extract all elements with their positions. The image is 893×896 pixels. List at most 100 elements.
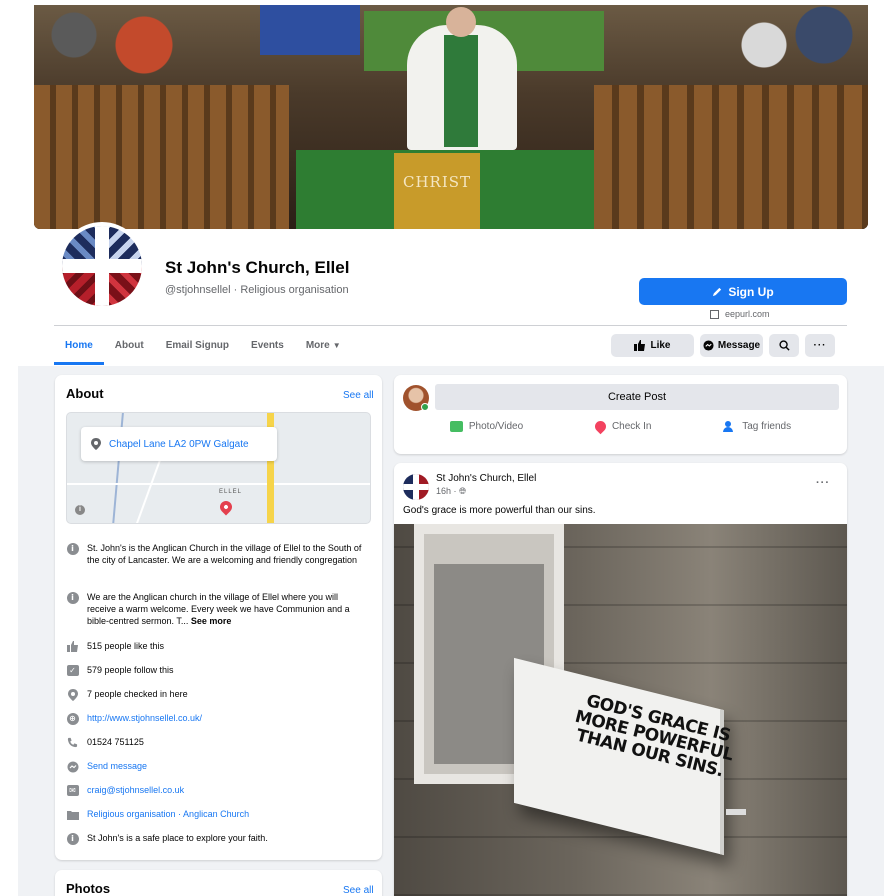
avatar-cross [403, 484, 429, 490]
globe-icon: ⊕ [66, 712, 79, 725]
website-row: ⊕ http://www.stjohnsellel.co.uk/ [66, 712, 366, 725]
likes-row: 515 people like this [66, 640, 366, 653]
message-label: Message [717, 340, 761, 351]
location-pin-icon [592, 418, 609, 435]
about-row-text: We are the Anglican church in the villag… [87, 591, 366, 627]
tab-label: Email Signup [165, 340, 230, 351]
post-card: St John's Church, Ellel 16h · 🌐︎ ··· God… [394, 463, 847, 896]
post-timestamp[interactable]: 16h · 🌐︎ [436, 486, 466, 497]
category-row: Religious organisation · Anglican Church [66, 808, 366, 821]
pencil-icon [713, 287, 722, 297]
location-pin-icon [91, 438, 101, 450]
tab-label: Events [251, 340, 284, 351]
photo-video-button[interactable]: Photo/Video [449, 421, 524, 432]
map-address-box[interactable]: Chapel Lane LA2 0PW Galgate [81, 427, 277, 461]
message-button[interactable]: Message [700, 334, 763, 357]
map-info-icon[interactable]: i [75, 505, 85, 515]
search-icon [778, 340, 790, 351]
avatar-cross [62, 259, 142, 273]
photo-icon [449, 421, 463, 432]
cover-altar-frontal: CHRIST [394, 153, 480, 229]
info-icon: i [66, 591, 79, 604]
email-row: ✉ craig@stjohnsellel.co.uk [66, 784, 366, 797]
send-message-link[interactable]: Send message [87, 760, 147, 773]
about-description: i St. John's is the Anglican Church in t… [66, 542, 366, 566]
tag-friends-label: Tag friends [742, 421, 792, 432]
map-road [133, 455, 163, 523]
category-icon [66, 808, 79, 821]
about-card: About See all Chapel Lane LA2 0PW Galgat… [55, 375, 382, 860]
tag-friends-icon [723, 421, 736, 432]
tab-home[interactable]: Home [54, 334, 104, 365]
photos-title: Photos [66, 881, 111, 896]
tab-events[interactable]: Events [240, 334, 295, 364]
post-author-name[interactable]: St John's Church, Ellel [436, 473, 536, 484]
send-message-row: Send message [66, 760, 366, 773]
tab-about[interactable]: About [104, 334, 155, 364]
cover-priest-head [446, 7, 476, 37]
external-link-icon [710, 309, 719, 319]
tab-label: Home [65, 340, 93, 351]
tab-email-signup[interactable]: Email Signup [155, 334, 240, 364]
about-row-text: 7 people checked in here [87, 689, 188, 699]
composer-actions: Photo/Video Check In Tag friends [394, 418, 847, 435]
about-see-all-link[interactable]: See all [343, 390, 374, 401]
like-label: Like [650, 340, 671, 351]
cover-congregation [664, 5, 868, 95]
sign-up-link-text: eepurl.com [725, 309, 770, 319]
page-title: St John's Church, Ellel [165, 258, 350, 277]
post-image[interactable]: GOD'S GRACE IS MORE POWERFUL THAN OUR SI… [394, 524, 847, 896]
about-row-text: St John's is a safe place to explore you… [87, 833, 268, 843]
tab-label: More [305, 340, 330, 351]
info-icon: i [66, 542, 79, 555]
map-road [67, 483, 370, 485]
tagline-row: i St John's is a safe place to explore y… [66, 832, 366, 845]
page-handle: @stjohnsellel · Religious organisation [165, 284, 349, 296]
cover-photo[interactable]: CHRIST [34, 5, 868, 229]
image-sign-bracket [726, 809, 746, 815]
email-link[interactable]: craig@stjohnsellel.co.uk [87, 784, 184, 797]
location-map[interactable]: Chapel Lane LA2 0PW Galgate ELLEL i [66, 412, 371, 524]
page-actions: Like Message ··· [611, 334, 835, 357]
more-options-button[interactable]: ··· [805, 334, 835, 357]
website-link[interactable]: http://www.stjohnsellel.co.uk/ [87, 712, 202, 725]
about-row-text: St. John's is the Anglican Church in the… [87, 543, 362, 565]
checkins-row: 7 people checked in here [66, 688, 366, 701]
follow-icon: ✓ [66, 664, 79, 677]
phone-row: 01524 751125 [66, 736, 366, 749]
thumbs-up-icon [634, 340, 646, 351]
post-options-button[interactable]: ··· [816, 477, 830, 489]
create-post-button[interactable]: Create Post [435, 384, 839, 410]
sign-up-link[interactable]: eepurl.com [710, 309, 770, 319]
profile-avatar[interactable] [58, 222, 146, 310]
about-title: About [66, 386, 104, 401]
cover-congregation [34, 5, 234, 95]
category-link[interactable]: Religious organisation · Anglican Church [87, 808, 249, 821]
checkin-icon [66, 688, 79, 701]
caret-down-icon: ▼ [332, 341, 341, 350]
check-in-button[interactable]: Check In [592, 418, 652, 435]
check-in-label: Check In [611, 421, 652, 432]
post-time-text: 16h · [436, 486, 460, 496]
photos-see-all-link[interactable]: See all [343, 885, 374, 896]
cover-pews [594, 85, 868, 229]
about-row-text: 515 people like this [87, 641, 165, 651]
cover-pews [34, 85, 289, 229]
info-icon: i [66, 832, 79, 845]
tag-friends-button[interactable]: Tag friends [723, 421, 791, 432]
nav-divider [54, 325, 847, 326]
email-icon: ✉ [66, 784, 79, 797]
cover-banner [260, 5, 360, 55]
page-tabs: Home About Email Signup Events More ▼ [54, 334, 352, 365]
followers-row: ✓ 579 people follow this [66, 664, 366, 677]
like-button[interactable]: Like [611, 334, 694, 357]
tab-more[interactable]: More ▼ [295, 334, 352, 364]
sign-up-label: Sign Up [728, 284, 774, 299]
post-author-avatar[interactable] [403, 474, 429, 500]
messenger-icon [66, 760, 79, 773]
map-address: Chapel Lane LA2 0PW Galgate [109, 438, 249, 450]
search-button[interactable] [769, 334, 799, 357]
sign-up-button[interactable]: Sign Up [639, 278, 847, 305]
photo-video-label: Photo/Video [468, 421, 524, 432]
see-more-link[interactable]: See more [191, 616, 232, 626]
